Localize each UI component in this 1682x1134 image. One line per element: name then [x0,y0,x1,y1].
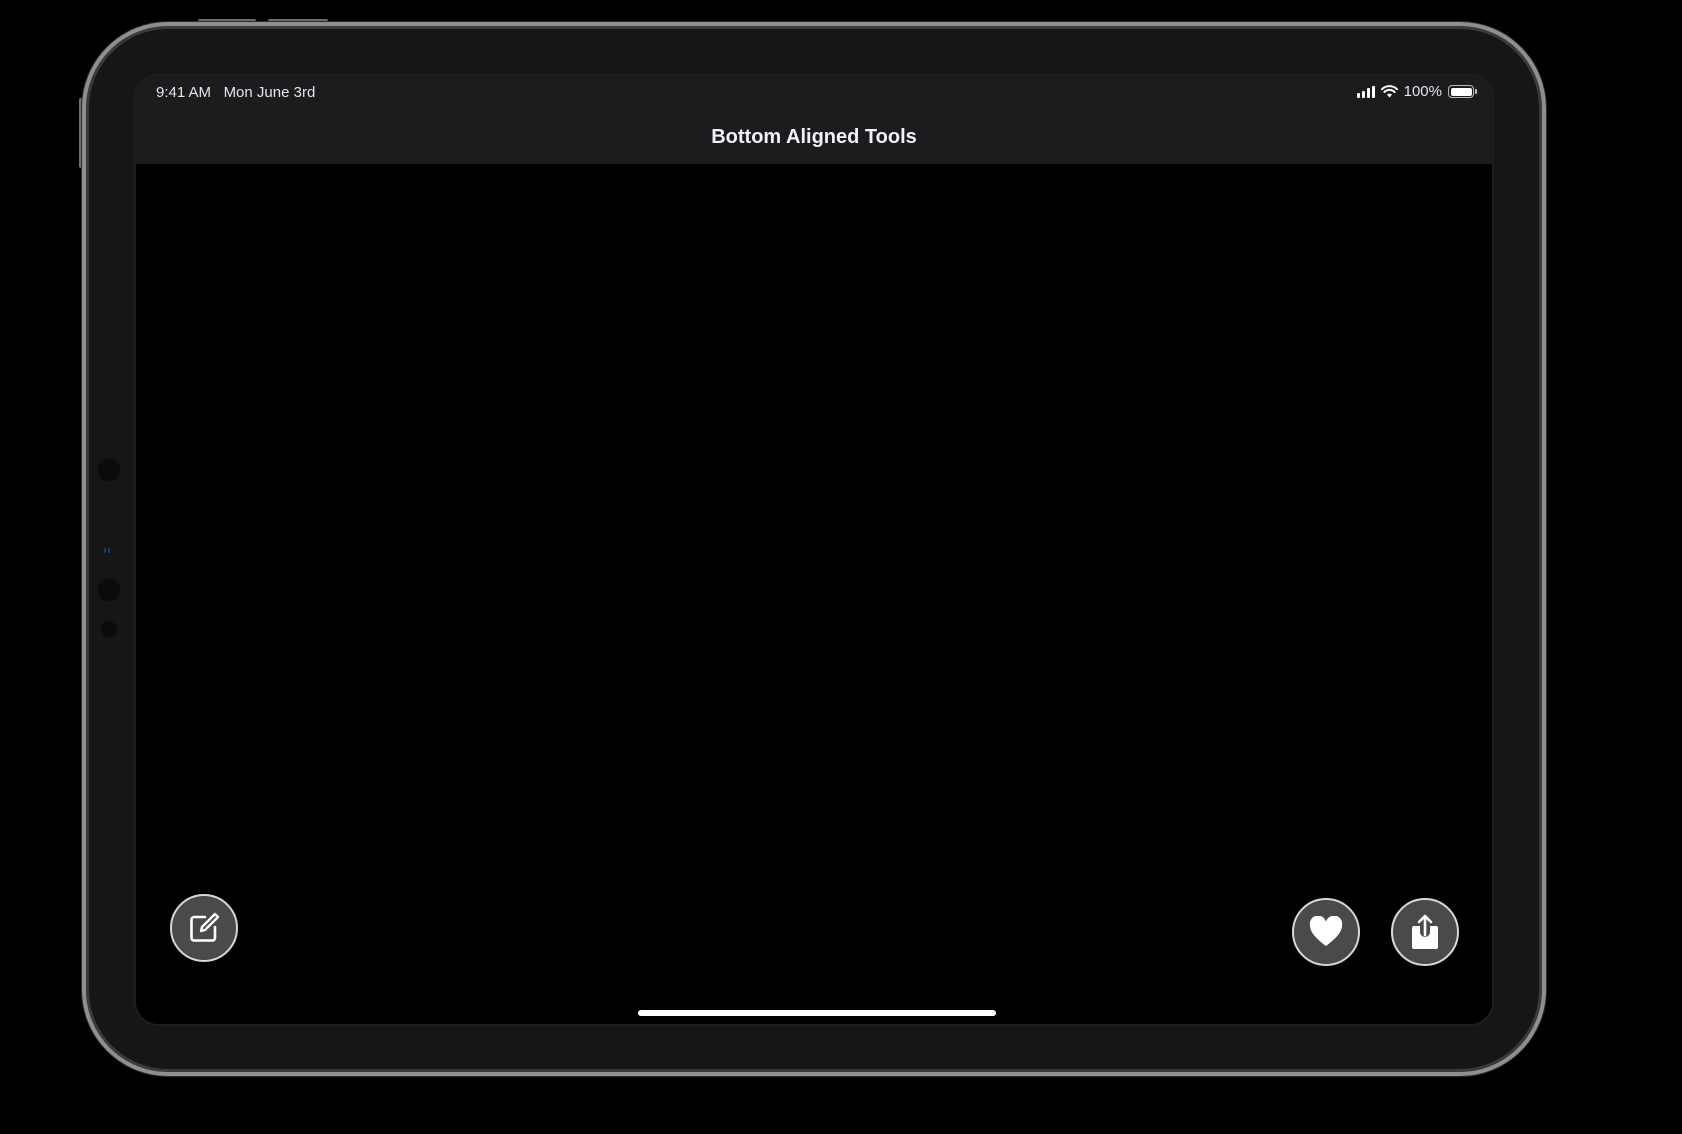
page-title: Bottom Aligned Tools [711,126,917,148]
screen: 9:41 AM Mon June 3rd 100% Bottom Aligned… [134,74,1494,1026]
battery-level-fill [1450,87,1472,96]
share-icon [1412,914,1438,949]
light-sensor [100,620,118,638]
status-time: 9:41 AM Mon June 3rd [156,84,315,101]
status-date-text: Mon June 3rd [223,84,316,101]
status-indicators: 100% [1356,83,1477,100]
compose-button[interactable] [170,894,238,962]
front-camera [97,578,121,602]
cellular-signal-icon [1356,85,1375,98]
battery-percent: 100% [1403,83,1442,100]
favorite-button[interactable] [1292,898,1360,966]
wifi-icon [1380,85,1398,98]
heart-icon [1309,916,1343,946]
front-sensor [97,458,121,482]
share-button[interactable] [1391,898,1459,966]
content-area [136,164,1492,1024]
battery-icon [1448,85,1477,98]
status-time-text: 9:41 AM [156,84,212,101]
navigation-bar: 9:41 AM Mon June 3rd 100% Bottom Aligned… [136,76,1492,165]
compose-icon [190,912,220,942]
home-indicator[interactable] [638,1010,996,1016]
camera-indicator-icon [104,548,111,553]
